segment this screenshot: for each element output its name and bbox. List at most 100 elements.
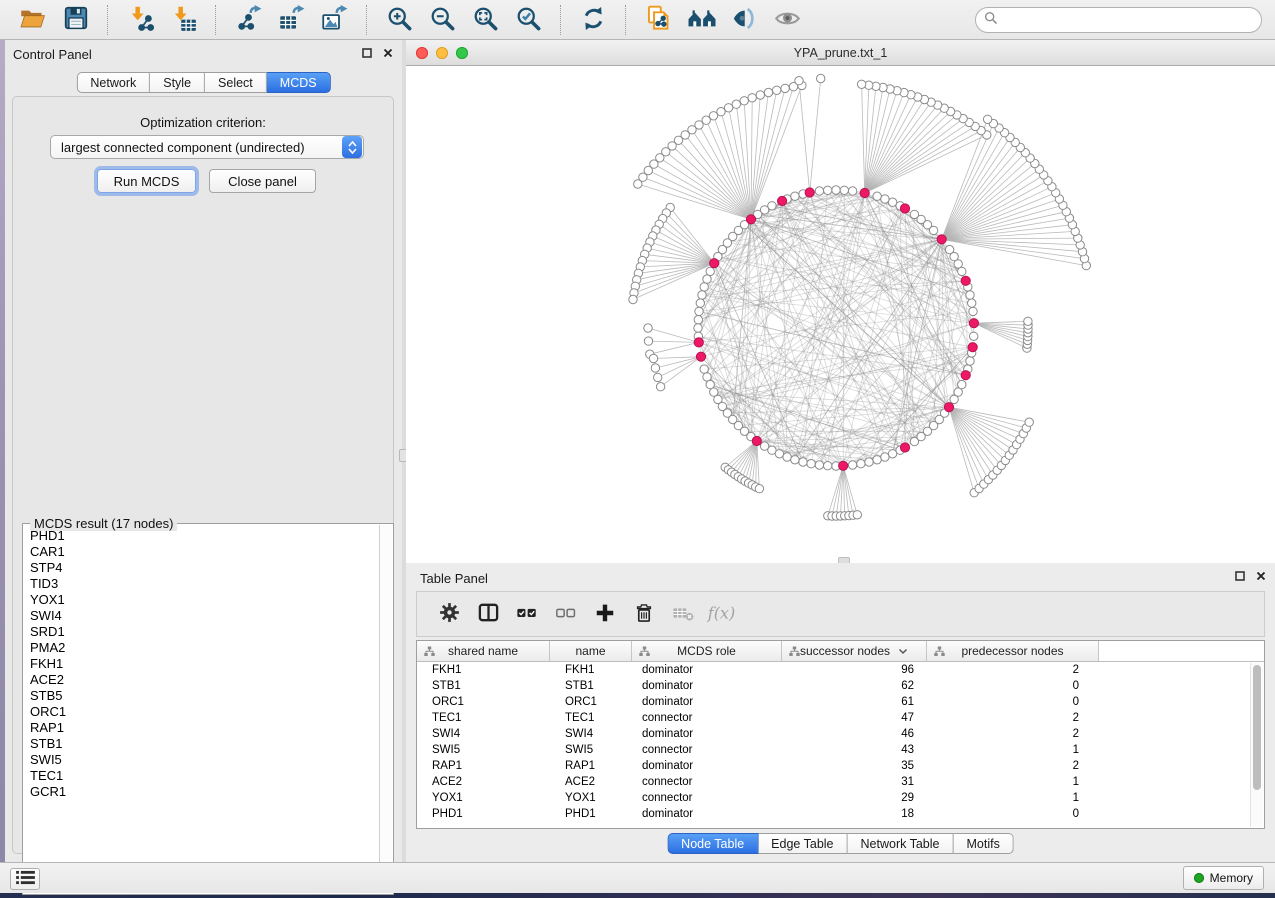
- export-table-button[interactable]: [270, 3, 313, 37]
- show-all-button[interactable]: [766, 3, 809, 37]
- cell-shared-name: RAP1: [417, 760, 550, 772]
- close-table-panel-button[interactable]: [1255, 570, 1267, 582]
- table-row[interactable]: SWI5SWI5connector431: [417, 742, 1264, 758]
- cell-shared-name: PHD1: [417, 808, 550, 820]
- table-tab-edge-table[interactable]: Edge Table: [758, 833, 847, 854]
- cell-predecessor-nodes: 0: [927, 696, 1099, 708]
- settings-gear-button[interactable]: [433, 596, 465, 632]
- refresh-layout-button[interactable]: [572, 3, 615, 37]
- mcds-result-item[interactable]: PHD1: [24, 528, 379, 544]
- zoom-selected-button[interactable]: [507, 3, 550, 37]
- cell-predecessor-nodes: 2: [927, 664, 1099, 676]
- cell-predecessor-nodes: 2: [927, 760, 1099, 772]
- save-session-button[interactable]: [54, 3, 97, 37]
- close-panel-button-mcds[interactable]: Close panel: [209, 169, 316, 193]
- cell-shared-name: FKH1: [417, 664, 550, 676]
- cell-MCDS-role: dominator: [632, 760, 782, 772]
- double-home-button[interactable]: [680, 3, 723, 37]
- optimization-criterion-select[interactable]: largest connected component (undirected): [50, 135, 364, 159]
- table-tab-network-table[interactable]: Network Table: [848, 833, 954, 854]
- new-network-from-selection-button[interactable]: [637, 3, 680, 37]
- mcds-result-item[interactable]: SWI5: [24, 752, 379, 768]
- mcds-result-item[interactable]: STB1: [24, 736, 379, 752]
- mcds-result-item[interactable]: GCR1: [24, 784, 379, 800]
- column-header-name[interactable]: name: [550, 641, 632, 661]
- import-network-button[interactable]: [119, 3, 162, 37]
- sort-descending-icon: [898, 648, 908, 655]
- tab-network[interactable]: Network: [76, 72, 150, 93]
- control-panel-title: Control Panel: [13, 47, 92, 62]
- select-stepper-icon: [342, 136, 362, 158]
- hide-selected-button[interactable]: [723, 3, 766, 37]
- mcds-result-item[interactable]: TID3: [24, 576, 379, 592]
- select-all-button[interactable]: [511, 596, 543, 632]
- memory-label: Memory: [1210, 871, 1253, 885]
- float-panel-button[interactable]: [361, 47, 373, 59]
- memory-button[interactable]: Memory: [1183, 866, 1264, 890]
- table-row[interactable]: SWI4SWI4dominator462: [417, 726, 1264, 742]
- table-row[interactable]: RAP1RAP1dominator352: [417, 758, 1264, 774]
- mcds-result-item[interactable]: SRD1: [24, 624, 379, 640]
- zoom-in-button[interactable]: [378, 3, 421, 37]
- open-session-button[interactable]: [11, 3, 54, 37]
- mcds-result-item[interactable]: STP4: [24, 560, 379, 576]
- column-label: MCDS role: [677, 644, 736, 658]
- mcds-result-item[interactable]: ORC1: [24, 704, 379, 720]
- zoom-fit-button[interactable]: [464, 3, 507, 37]
- deselect-all-button[interactable]: [550, 596, 582, 632]
- table-row[interactable]: PHD1PHD1dominator180: [417, 806, 1264, 822]
- show-columns-button[interactable]: [472, 596, 504, 632]
- cell-predecessor-nodes: 0: [927, 680, 1099, 692]
- table-tab-node-table[interactable]: Node Table: [667, 833, 758, 854]
- import-table-button[interactable]: [162, 3, 205, 37]
- tab-style[interactable]: Style: [150, 72, 205, 93]
- search-box: [975, 7, 1262, 33]
- cell-successor-nodes: 61: [782, 696, 927, 708]
- mcds-result-item[interactable]: TEC1: [24, 768, 379, 784]
- column-header-MCDS-role[interactable]: MCDS role: [632, 641, 782, 661]
- select-all-icon: [515, 602, 539, 627]
- column-label: name: [575, 644, 605, 658]
- table-row[interactable]: TEC1TEC1connector472: [417, 710, 1264, 726]
- tab-mcds[interactable]: MCDS: [267, 72, 331, 93]
- cell-shared-name: SWI4: [417, 728, 550, 740]
- delete-button[interactable]: [628, 596, 660, 632]
- float-table-panel-button[interactable]: [1234, 570, 1246, 582]
- refresh-layout-icon: [580, 5, 607, 35]
- mcds-result-item[interactable]: ACE2: [24, 672, 379, 688]
- search-input[interactable]: [1004, 13, 1253, 28]
- mcds-result-item[interactable]: CAR1: [24, 544, 379, 560]
- delete-table-icon: [671, 602, 696, 627]
- tab-select[interactable]: Select: [205, 72, 267, 93]
- mcds-result-item[interactable]: SWI4: [24, 608, 379, 624]
- column-label: successor nodes: [800, 644, 890, 658]
- mcds-result-item[interactable]: STB5: [24, 688, 379, 704]
- export-image-button[interactable]: [313, 3, 356, 37]
- table-row[interactable]: ACE2ACE2connector311: [417, 774, 1264, 790]
- mcds-result-item[interactable]: FKH1: [24, 656, 379, 672]
- cell-MCDS-role: dominator: [632, 808, 782, 820]
- table-scrollbar-thumb[interactable]: [1253, 665, 1261, 790]
- run-mcds-button[interactable]: Run MCDS: [97, 169, 196, 193]
- table-row[interactable]: YOX1YOX1connector291: [417, 790, 1264, 806]
- column-header-predecessor-nodes[interactable]: predecessor nodes: [927, 641, 1099, 661]
- zoom-out-button[interactable]: [421, 3, 464, 37]
- mcds-result-item[interactable]: PMA2: [24, 640, 379, 656]
- attribute-type-icon: [934, 646, 945, 660]
- column-header-shared-name[interactable]: shared name: [417, 641, 550, 661]
- mcds-result-item[interactable]: RAP1: [24, 720, 379, 736]
- cell-name: ACE2: [550, 776, 632, 788]
- mcds-result-item[interactable]: YOX1: [24, 592, 379, 608]
- add-button[interactable]: [589, 596, 621, 632]
- close-panel-button[interactable]: [382, 47, 394, 59]
- result-scrollbar[interactable]: [379, 525, 392, 893]
- table-row[interactable]: STB1STB1dominator620: [417, 678, 1264, 694]
- table-row[interactable]: FKH1FKH1dominator962: [417, 662, 1264, 678]
- task-history-button[interactable]: [10, 868, 40, 890]
- network-canvas[interactable]: [406, 66, 1275, 563]
- svg-text:f(x): f(x): [707, 603, 735, 622]
- export-network-button[interactable]: [227, 3, 270, 37]
- table-row[interactable]: ORC1ORC1dominator610: [417, 694, 1264, 710]
- table-tab-motifs[interactable]: Motifs: [953, 833, 1013, 854]
- column-header-successor-nodes[interactable]: successor nodes: [782, 641, 927, 661]
